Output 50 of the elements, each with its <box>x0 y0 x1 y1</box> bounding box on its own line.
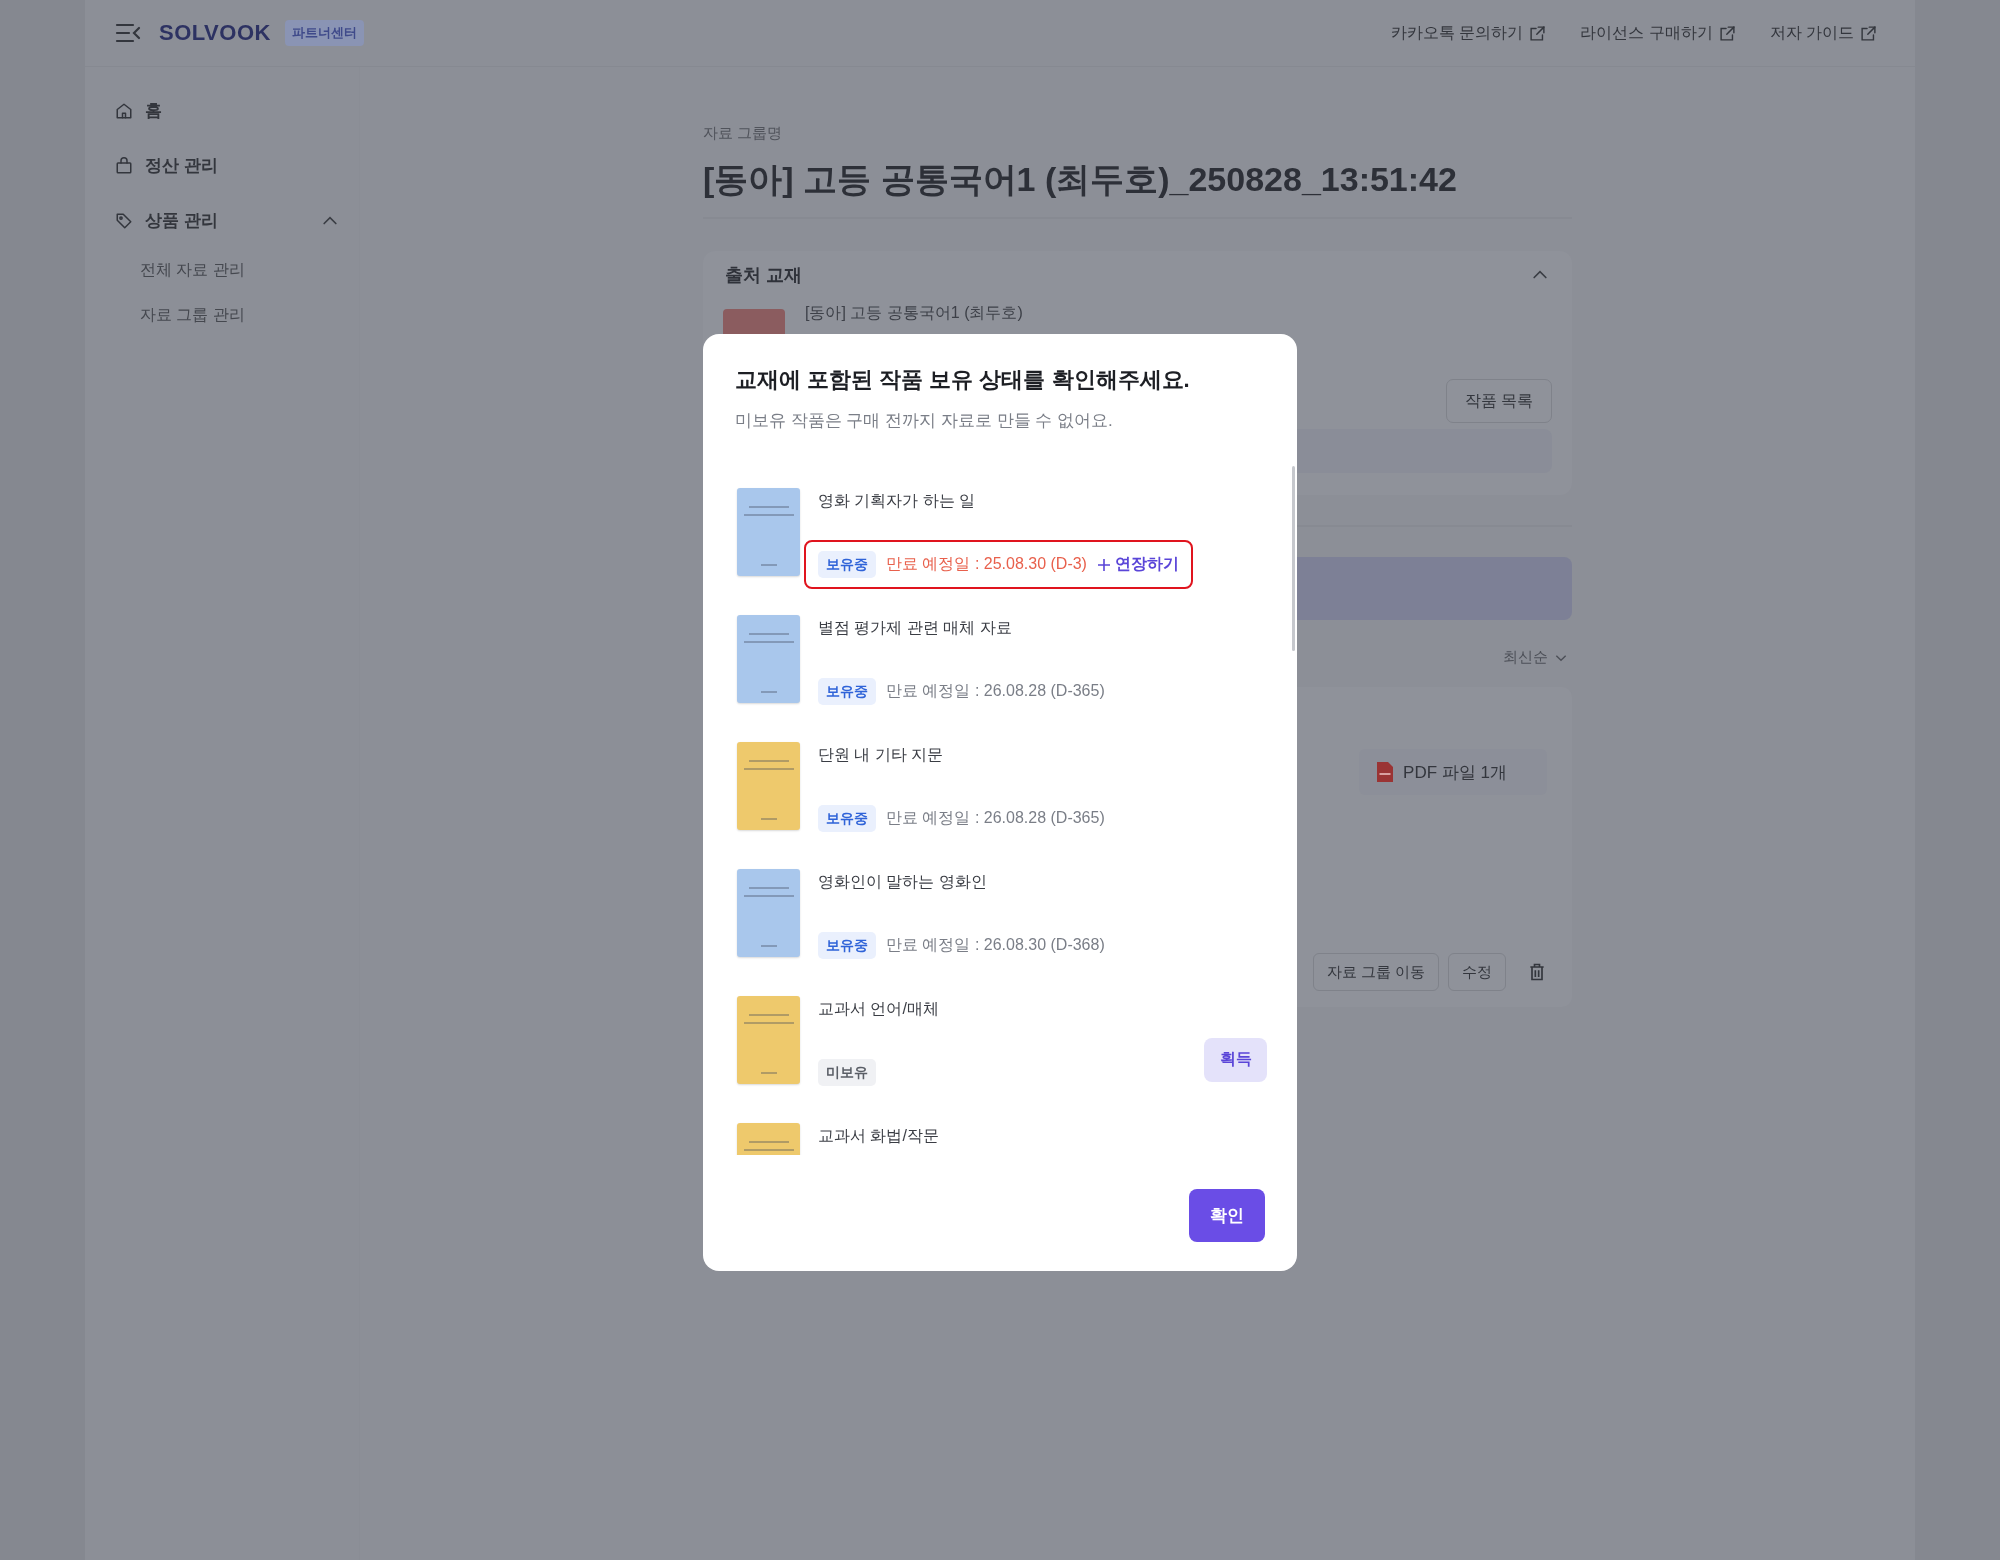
ownership-badge: 보유중 <box>818 932 876 959</box>
action-button[interactable]: 수정 <box>1448 953 1506 991</box>
sidebar-item[interactable]: 상품 관리 <box>145 209 218 232</box>
sidebar-item[interactable]: 홈 <box>145 99 162 122</box>
book-title: [동아] 고등 공통국어1 (최두호) <box>805 303 1023 323</box>
home-icon <box>115 101 133 120</box>
work-title: 단원 내 기타 지문 <box>818 745 945 765</box>
bag-icon <box>115 156 133 175</box>
menu-icon[interactable] <box>115 22 141 44</box>
logo[interactable]: SOLVOOK <box>159 20 271 46</box>
external-link-icon <box>1860 24 1877 42</box>
dialog-title: 교재에 포함된 작품 보유 상태를 확인해주세요. <box>734 366 1191 394</box>
work-title: 교과서 언어/매체 <box>818 999 940 1019</box>
scrollbar[interactable] <box>1292 466 1295 651</box>
header-link[interactable]: 저자 가이드 <box>1769 22 1877 44</box>
expiry-date: 만료 예정일 : 26.08.30 (D-368) <box>886 935 1105 955</box>
field-caption: 자료 그룹명 <box>703 124 784 143</box>
extend-link[interactable]: 연장하기 <box>1096 554 1179 575</box>
external-link-icon <box>1718 24 1736 42</box>
expiry-date: 만료 예정일 : 26.08.28 (D-365) <box>886 681 1105 701</box>
dialog-subtitle: 미보유 작품은 구매 전까지 자료로 만들 수 없어요. <box>734 410 1114 432</box>
expiry-date: 만료 예정일 : 25.08.30 (D-3) <box>886 554 1087 574</box>
ownership-badge: 보유중 <box>818 805 876 832</box>
acquire-button[interactable]: 획득 <box>1204 1037 1267 1082</box>
partner-center-badge: 파트너센터 <box>284 20 364 46</box>
expiry-date: 만료 예정일 : 26.08.28 (D-365) <box>886 808 1105 828</box>
trash-icon[interactable] <box>1527 961 1547 983</box>
sidebar-subitem[interactable]: 자료 그룹 관리 <box>140 305 245 326</box>
header-link[interactable]: 카카오톡 문의하기 <box>1390 22 1547 44</box>
sidebar-item[interactable]: 정산 관리 <box>145 154 218 177</box>
tag-icon <box>115 211 133 230</box>
work-title: 별점 평가제 관련 매체 자료 <box>818 618 1013 638</box>
work-title: 영화인이 말하는 영화인 <box>818 872 988 892</box>
sidebar-subitem[interactable]: 전체 자료 관리 <box>140 260 245 281</box>
plus-icon <box>1096 557 1111 572</box>
panel-title: 출처 교재 <box>725 264 802 287</box>
external-link-icon <box>1529 24 1547 42</box>
work-title: 영화 기획자가 하는 일 <box>818 491 977 511</box>
work-list-button[interactable]: 작품 목록 <box>1445 379 1552 423</box>
ownership-badge: 보유중 <box>818 551 876 578</box>
page-title: [동아] 고등 공통국어1 (최두호)_250828_13:51:42 <box>703 157 1572 219</box>
file-count: PDF 파일 1개 <box>1403 761 1507 784</box>
confirm-button[interactable]: 확인 <box>1189 1189 1265 1242</box>
header-link[interactable]: 라이선스 구매하기 <box>1580 22 1736 44</box>
sort-dropdown[interactable]: 최신순 <box>1503 648 1572 667</box>
work-title: 교과서 화법/작문 <box>818 1126 940 1146</box>
ownership-badge: 미보유 <box>818 1059 876 1086</box>
ownership-badge: 보유중 <box>818 678 876 705</box>
pdf-file-icon <box>1375 761 1396 783</box>
action-button[interactable]: 자료 그룹 이동 <box>1312 953 1439 991</box>
